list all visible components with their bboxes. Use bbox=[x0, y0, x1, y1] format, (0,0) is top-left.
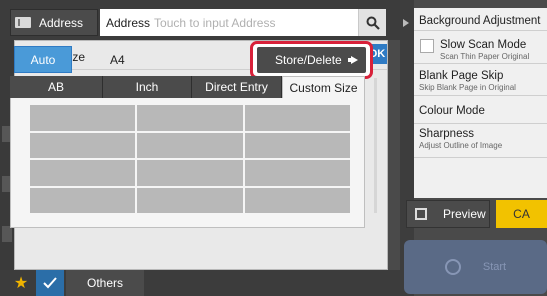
custom-size-slot[interactable] bbox=[137, 105, 243, 131]
rp-title: Background Adjustment bbox=[419, 15, 541, 27]
search-icon bbox=[366, 16, 380, 30]
auto-size-button[interactable]: Auto bbox=[14, 46, 72, 73]
blank-page-skip-item[interactable]: Blank Page Skip Skip Blank Page in Origi… bbox=[414, 64, 547, 96]
size-tabs: AB Inch Direct Entry Custom Size bbox=[10, 76, 365, 98]
address-book-icon bbox=[15, 17, 31, 28]
start-button[interactable]: Start bbox=[404, 240, 547, 294]
current-size-value: A4 bbox=[110, 53, 125, 67]
tab-custom-size[interactable]: Custom Size bbox=[282, 76, 365, 98]
custom-size-slot[interactable] bbox=[244, 160, 350, 186]
tab-inch[interactable]: Inch bbox=[103, 76, 192, 98]
preview-button[interactable]: Preview bbox=[406, 200, 490, 228]
rp-title: Blank Page Skip bbox=[419, 70, 504, 82]
colour-mode-item[interactable]: Colour Mode bbox=[414, 96, 547, 124]
custom-size-slot[interactable] bbox=[137, 160, 243, 186]
others-button[interactable]: Others bbox=[66, 270, 144, 296]
custom-size-slot[interactable] bbox=[244, 132, 350, 158]
slow-scan-mode-item[interactable]: Slow Scan Mode Scan Thin Paper Original bbox=[414, 31, 547, 64]
arrow-right-icon bbox=[351, 56, 358, 64]
rp-title: Slow Scan Mode bbox=[440, 39, 527, 51]
checkmark-icon bbox=[43, 277, 57, 289]
tab-direct-entry[interactable]: Direct Entry bbox=[192, 76, 282, 98]
custom-size-slot[interactable] bbox=[137, 187, 243, 213]
custom-size-grid bbox=[30, 105, 350, 213]
search-button[interactable] bbox=[358, 9, 386, 36]
preview-label: Preview bbox=[443, 207, 486, 221]
background-adjustment-item[interactable]: Background Adjustment bbox=[414, 8, 547, 31]
rp-sub: Adjust Outline of Image bbox=[419, 141, 503, 150]
expand-arrow-icon bbox=[403, 19, 409, 27]
store-delete-button[interactable]: Store/Delete bbox=[257, 47, 366, 73]
custom-size-slot[interactable] bbox=[30, 160, 136, 186]
rp-title: Colour Mode bbox=[419, 105, 485, 117]
rp-sub: Scan Thin Paper Original bbox=[440, 52, 530, 61]
right-settings-panel: Background Adjustment Slow Scan Mode Sca… bbox=[414, 8, 547, 198]
address-book-button[interactable]: Address bbox=[10, 9, 98, 36]
favourites-star-icon[interactable]: ★ bbox=[10, 275, 32, 293]
custom-size-slot[interactable] bbox=[244, 105, 350, 131]
address-input[interactable] bbox=[154, 15, 295, 30]
custom-size-slot[interactable] bbox=[30, 132, 136, 158]
left-notch bbox=[2, 226, 12, 242]
custom-size-slot[interactable] bbox=[30, 105, 136, 131]
address-book-label: Address bbox=[39, 15, 84, 30]
address-label: Address bbox=[106, 15, 151, 30]
slow-scan-checkbox[interactable] bbox=[420, 39, 434, 53]
custom-size-slot[interactable] bbox=[244, 187, 350, 213]
preview-icon bbox=[415, 208, 427, 220]
tab-ab[interactable]: AB bbox=[10, 76, 103, 98]
rp-sub: Skip Blank Page in Original bbox=[419, 83, 516, 92]
custom-size-slot[interactable] bbox=[137, 132, 243, 158]
custom-size-slot[interactable] bbox=[30, 187, 136, 213]
confirm-tab[interactable] bbox=[36, 270, 64, 296]
address-field[interactable]: Address bbox=[100, 9, 358, 36]
scrollbar[interactable] bbox=[374, 78, 377, 213]
rp-title: Sharpness bbox=[419, 128, 474, 140]
clear-all-button[interactable]: CA bbox=[496, 200, 547, 228]
store-delete-label: Store/Delete bbox=[275, 53, 342, 67]
sharpness-item[interactable]: Sharpness Adjust Outline of Image bbox=[414, 124, 547, 158]
start-icon bbox=[444, 259, 461, 275]
start-label: Start bbox=[482, 261, 507, 273]
